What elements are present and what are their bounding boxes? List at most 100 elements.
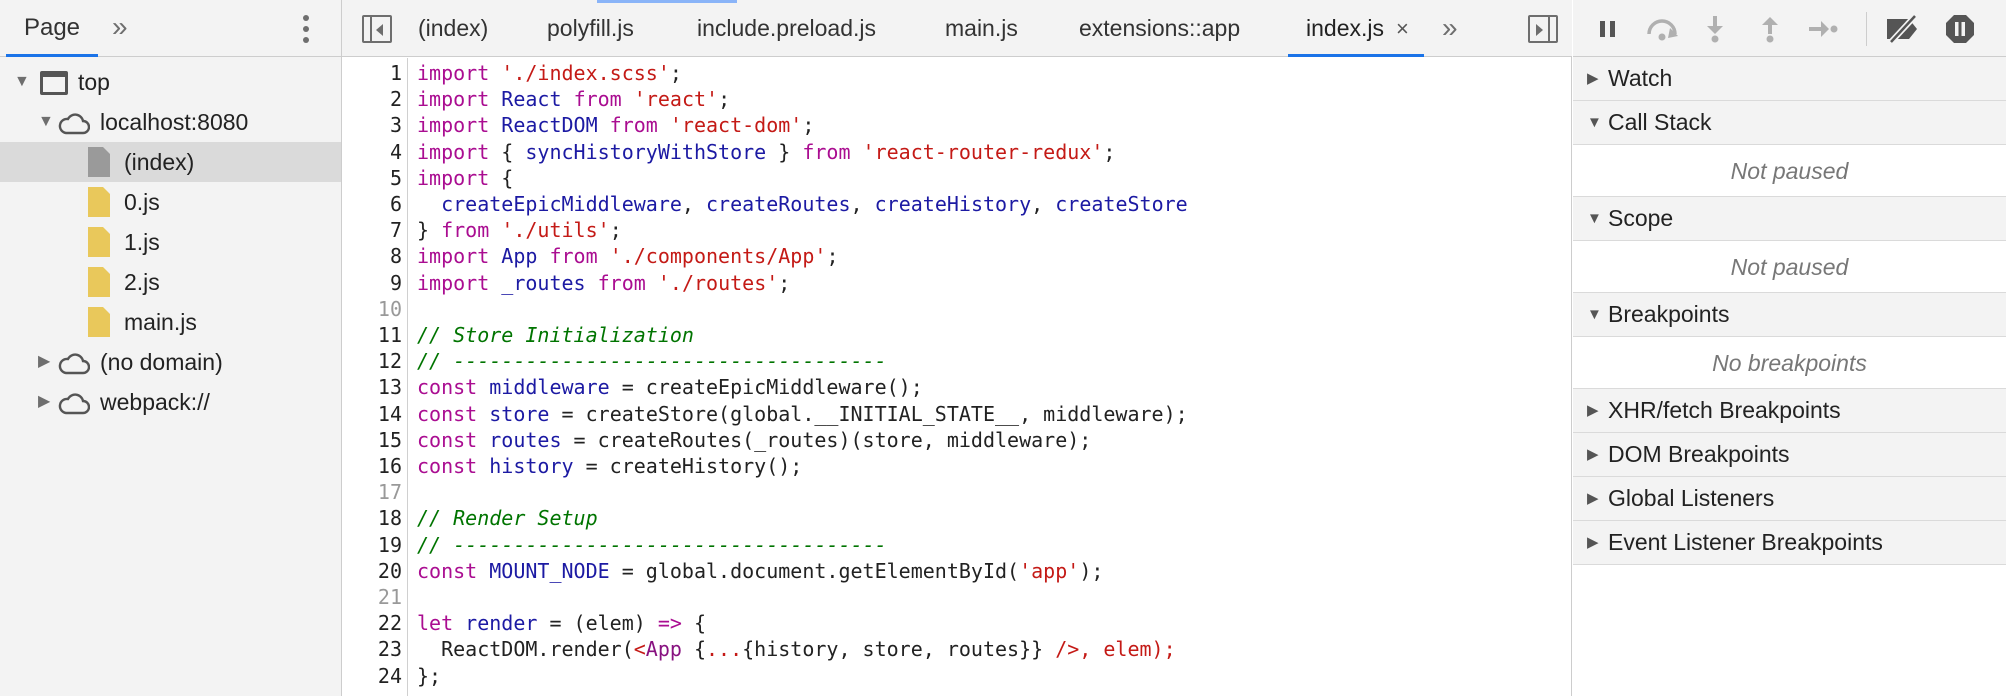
code-line[interactable]: 17 xyxy=(342,479,1572,505)
step-out-icon[interactable] xyxy=(1755,14,1785,44)
breakpoints-pane-header[interactable]: ▼ Breakpoints xyxy=(1573,293,2006,337)
toggle-debugger-icon[interactable] xyxy=(1528,15,1558,43)
js-file-icon xyxy=(88,187,110,217)
editor-tabstrip: (index) polyfill.js include.preload.js m… xyxy=(342,0,1572,57)
tab-include-preload-js[interactable]: include.preload.js xyxy=(697,0,876,57)
tree-item-top[interactable]: ▼ top xyxy=(0,62,341,102)
line-number[interactable]: 17 xyxy=(342,479,402,505)
step-over-icon[interactable] xyxy=(1643,14,1681,44)
collapsed-arrow-icon[interactable]: ▶ xyxy=(38,382,50,422)
tab-extensions-app[interactable]: extensions::app xyxy=(1079,0,1240,57)
collapsed-arrow-icon[interactable]: ▶ xyxy=(38,342,50,382)
code-line[interactable]: 10 xyxy=(342,296,1572,322)
code-text: import ReactDOM from 'react-dom'; xyxy=(417,113,815,138)
code-line[interactable]: 12 // -----------------------------------… xyxy=(342,348,1572,374)
code-line[interactable]: 8 import App from './components/App'; xyxy=(342,243,1572,269)
code-line[interactable]: 14 const store = createStore(global.__INI… xyxy=(342,401,1572,427)
line-number[interactable]: 23 xyxy=(342,636,402,662)
line-number[interactable]: 7 xyxy=(342,217,402,243)
watch-pane-header[interactable]: ▶ Watch xyxy=(1573,57,2006,101)
line-number[interactable]: 19 xyxy=(342,532,402,558)
deactivate-breakpoints-icon[interactable] xyxy=(1883,14,1923,44)
collapsed-arrow-icon: ▶ xyxy=(1587,402,1599,419)
kebab-menu-icon[interactable] xyxy=(302,15,310,45)
scope-pane-header[interactable]: ▼ Scope xyxy=(1573,197,2006,241)
tree-item-1-js[interactable]: 1.js xyxy=(0,222,341,262)
code-line[interactable]: 15 const routes = createRoutes(_routes)(s… xyxy=(342,427,1572,453)
line-number[interactable]: 5 xyxy=(342,165,402,191)
line-number[interactable]: 8 xyxy=(342,243,402,269)
line-number[interactable]: 15 xyxy=(342,427,402,453)
tree-item-localhost[interactable]: ▼ localhost:8080 xyxy=(0,102,341,142)
close-icon[interactable]: × xyxy=(1396,16,1409,41)
code-line[interactable]: 1 import './index.scss'; xyxy=(342,60,1572,86)
tree-item-webpack[interactable]: ▶ webpack:// xyxy=(0,382,341,422)
pause-icon[interactable] xyxy=(1593,14,1623,44)
code-line[interactable]: 21 xyxy=(342,584,1572,610)
code-line[interactable]: 6 createEpicMiddleware, createRoutes, cr… xyxy=(342,191,1572,217)
code-line[interactable]: 19 // -----------------------------------… xyxy=(342,532,1572,558)
tab-index-js[interactable]: index.js × xyxy=(1288,0,1424,57)
toggle-navigator-icon[interactable] xyxy=(362,15,392,43)
expanded-arrow-icon[interactable]: ▼ xyxy=(38,102,54,142)
step-icon[interactable] xyxy=(1805,14,1841,44)
navigator-tabbar: Page » xyxy=(0,0,341,57)
xhr-breakpoints-pane-header[interactable]: ▶ XHR/fetch Breakpoints xyxy=(1573,389,2006,433)
code-line[interactable]: 5 import { xyxy=(342,165,1572,191)
line-number[interactable]: 11 xyxy=(342,322,402,348)
line-number[interactable]: 1 xyxy=(342,60,402,86)
tree-item-2-js[interactable]: 2.js xyxy=(0,262,341,302)
code-text: import './index.scss'; xyxy=(417,61,682,85)
cloud-icon xyxy=(58,113,90,135)
global-listeners-pane-header[interactable]: ▶ Global Listeners xyxy=(1573,477,2006,521)
tab-main-js[interactable]: main.js xyxy=(945,0,1018,57)
code-line[interactable]: 16 const history = createHistory(); xyxy=(342,453,1572,479)
line-number[interactable]: 12 xyxy=(342,348,402,374)
code-line[interactable]: 13 const middleware = createEpicMiddlewar… xyxy=(342,374,1572,400)
line-number[interactable]: 13 xyxy=(342,374,402,400)
line-number[interactable]: 10 xyxy=(342,296,402,322)
tree-item-no-domain[interactable]: ▶ (no domain) xyxy=(0,342,341,382)
line-number[interactable]: 14 xyxy=(342,401,402,427)
code-line[interactable]: 20 const MOUNT_NODE = global.document.get… xyxy=(342,558,1572,584)
line-number[interactable]: 4 xyxy=(342,139,402,165)
toolbar-separator xyxy=(1866,12,1867,46)
line-number[interactable]: 16 xyxy=(342,453,402,479)
dom-breakpoints-pane-header[interactable]: ▶ DOM Breakpoints xyxy=(1573,433,2006,477)
pause-on-exceptions-icon[interactable] xyxy=(1943,14,1977,44)
tree-item-index[interactable]: (index) xyxy=(0,142,341,182)
code-line[interactable]: 2 import React from 'react'; xyxy=(342,86,1572,112)
tab-page[interactable]: Page xyxy=(6,0,98,57)
event-listener-breakpoints-pane-header[interactable]: ▶ Event Listener Breakpoints xyxy=(1573,521,2006,565)
line-number[interactable]: 24 xyxy=(342,663,402,689)
code-line[interactable]: 3 import ReactDOM from 'react-dom'; xyxy=(342,112,1572,138)
step-into-icon[interactable] xyxy=(1700,14,1730,44)
line-number[interactable]: 20 xyxy=(342,558,402,584)
code-line[interactable]: 23 ReactDOM.render(<App {...{history, st… xyxy=(342,636,1572,662)
code-line[interactable]: 9 import _routes from './routes'; xyxy=(342,270,1572,296)
code-line[interactable]: 22 let render = (elem) => { xyxy=(342,610,1572,636)
expanded-arrow-icon[interactable]: ▼ xyxy=(14,62,30,102)
tab-polyfill-js[interactable]: polyfill.js xyxy=(547,0,634,57)
line-number[interactable]: 2 xyxy=(342,86,402,112)
code-line[interactable]: 24}; xyxy=(342,663,1572,689)
tree-item-main-js[interactable]: main.js xyxy=(0,302,341,342)
line-number[interactable]: 22 xyxy=(342,610,402,636)
line-number[interactable]: 9 xyxy=(342,270,402,296)
code-line[interactable]: 11 // Store Initialization xyxy=(342,322,1572,348)
tree-item-0-js[interactable]: 0.js xyxy=(0,182,341,222)
js-file-icon xyxy=(88,227,110,257)
code-line[interactable]: 18 // Render Setup xyxy=(342,505,1572,531)
tab-index[interactable]: (index) xyxy=(418,0,488,57)
more-tabs-icon[interactable]: » xyxy=(112,12,128,42)
collapsed-arrow-icon: ▶ xyxy=(1587,490,1599,507)
line-number[interactable]: 6 xyxy=(342,191,402,217)
more-tabs-icon[interactable]: » xyxy=(1442,13,1458,43)
call-stack-pane-header[interactable]: ▼ Call Stack xyxy=(1573,101,2006,145)
line-number[interactable]: 21 xyxy=(342,584,402,610)
line-number[interactable]: 18 xyxy=(342,505,402,531)
code-line[interactable]: 4 import { syncHistoryWithStore } from 'r… xyxy=(342,139,1572,165)
code-area[interactable]: 1 import './index.scss'; 2 import React fro… xyxy=(342,58,1572,696)
code-line[interactable]: 7} from './utils'; xyxy=(342,217,1572,243)
line-number[interactable]: 3 xyxy=(342,112,402,138)
